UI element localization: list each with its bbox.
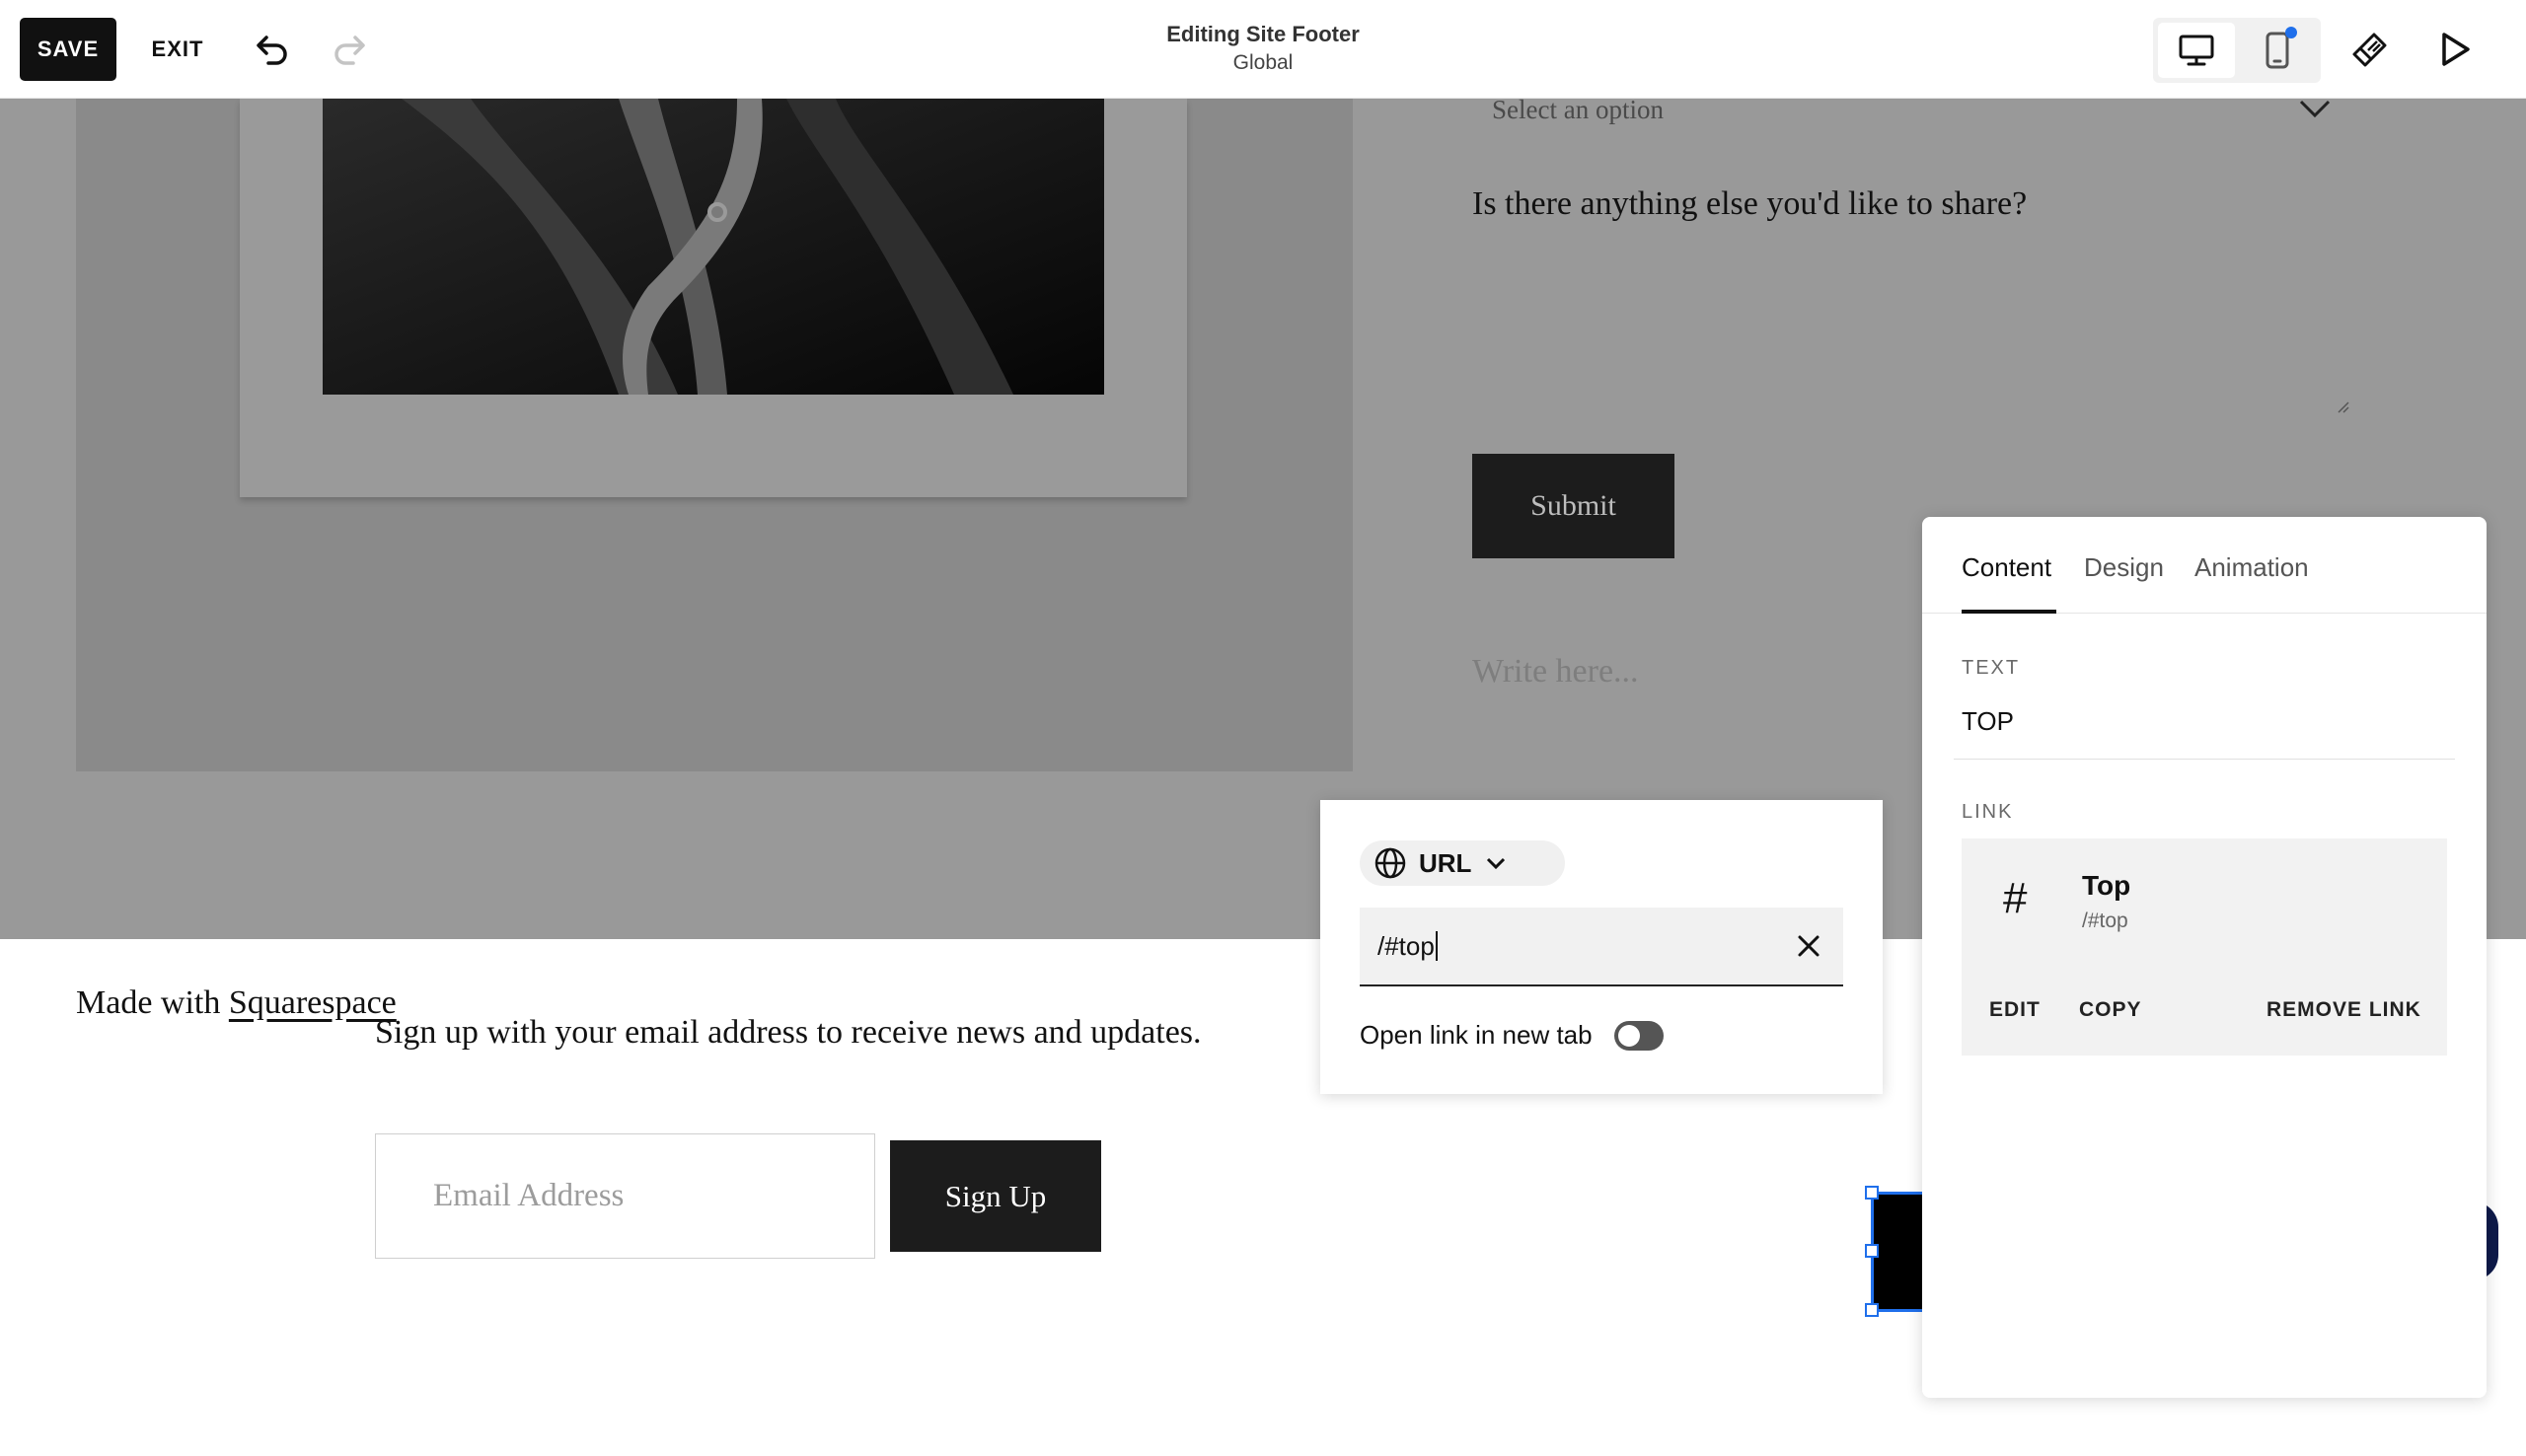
email-address-input[interactable]: Email Address <box>375 1133 875 1259</box>
mobile-view-button[interactable] <box>2239 23 2316 78</box>
editing-title-text: Editing Site Footer <box>1166 22 1360 46</box>
squarespace-link[interactable]: Squarespace <box>229 984 397 1021</box>
hash-icon: # <box>2003 874 2028 922</box>
select-dropdown-placeholder[interactable]: Select an option <box>1492 95 1664 125</box>
resize-handle-top-left[interactable] <box>1865 1186 1879 1200</box>
text-section-label: TEXT <box>1962 657 2021 679</box>
copy-link-button[interactable]: COPY <box>2079 998 2142 1022</box>
redo-icon <box>334 36 365 65</box>
featured-image[interactable] <box>323 99 1104 395</box>
made-with-prefix: Made with <box>76 984 221 1021</box>
link-section-label: LINK <box>1962 801 2014 823</box>
undo-icon <box>257 36 287 65</box>
text-field[interactable]: TOP <box>1962 706 2014 737</box>
play-icon <box>2442 33 2470 66</box>
newsletter-description: Sign up with your email address to recei… <box>375 1014 1202 1051</box>
text-field-underline <box>1954 759 2455 760</box>
submit-button[interactable]: Submit <box>1472 454 1674 558</box>
active-tab-indicator <box>1962 610 2056 614</box>
chevron-down-icon[interactable] <box>2297 97 2333 120</box>
chevron-down-icon <box>1487 857 1506 870</box>
redo-button[interactable] <box>322 22 377 77</box>
sign-up-button[interactable]: Sign Up <box>890 1140 1101 1252</box>
tab-design[interactable]: Design <box>2084 552 2164 583</box>
link-card: # Top /#top EDIT COPY REMOVE LINK <box>1962 838 2447 1056</box>
preview-button[interactable] <box>2427 22 2483 77</box>
paintbrush-icon <box>2352 33 2387 67</box>
text-block-placeholder[interactable]: Write here... <box>1472 653 1639 691</box>
leaf-photo <box>323 99 1104 395</box>
site-styles-button[interactable] <box>2342 22 2398 77</box>
exit-button[interactable]: EXIT <box>146 18 209 81</box>
open-new-tab-toggle[interactable] <box>1614 1021 1664 1051</box>
open-new-tab-label: Open link in new tab <box>1360 1020 1593 1050</box>
tab-content[interactable]: Content <box>1962 552 2051 583</box>
made-with-credit: Made with Squarespace <box>76 984 397 1022</box>
edit-link-button[interactable]: EDIT <box>1989 998 2041 1022</box>
selected-button-block[interactable] <box>1871 1192 1930 1312</box>
resize-handle-bottom-left[interactable] <box>1865 1303 1879 1317</box>
url-input[interactable]: /#top <box>1360 908 1843 986</box>
toggle-knob <box>1618 1025 1640 1047</box>
editor-toolbar: SAVE EXIT Editing Site Footer Global <box>0 0 2526 99</box>
link-type-label: URL <box>1419 847 1472 878</box>
url-input-value: /#top <box>1377 930 1435 961</box>
form-question-label: Is there anything else you'd like to sha… <box>1472 185 2028 222</box>
textarea-resize-icon[interactable] <box>2335 399 2350 414</box>
save-button[interactable]: SAVE <box>20 18 116 81</box>
editing-title: Editing Site Footer Global <box>1066 22 1460 75</box>
link-type-dropdown[interactable]: URL <box>1360 840 1565 886</box>
remove-link-button[interactable]: REMOVE LINK <box>2266 998 2421 1022</box>
link-editor-popover: URL /#top Open link in new tab <box>1320 800 1883 1094</box>
block-editor-panel: Content Design Animation TEXT TOP LINK #… <box>1922 517 2487 1398</box>
resize-handle-middle-left[interactable] <box>1865 1244 1879 1258</box>
globe-icon <box>1374 847 1406 879</box>
panel-tabs: Content Design Animation <box>1922 517 2487 614</box>
desktop-view-button[interactable] <box>2158 23 2235 78</box>
device-toggle <box>2153 18 2321 83</box>
link-card-url: /#top <box>2082 910 2128 932</box>
notification-dot <box>2285 27 2297 38</box>
text-caret <box>1435 931 1438 961</box>
tab-animation[interactable]: Animation <box>2194 552 2309 583</box>
undo-button[interactable] <box>245 22 300 77</box>
editing-scope-text: Global <box>1232 51 1294 74</box>
desktop-icon <box>2179 35 2214 66</box>
clear-icon[interactable] <box>1794 931 1823 961</box>
link-card-title: Top <box>2082 870 2131 901</box>
